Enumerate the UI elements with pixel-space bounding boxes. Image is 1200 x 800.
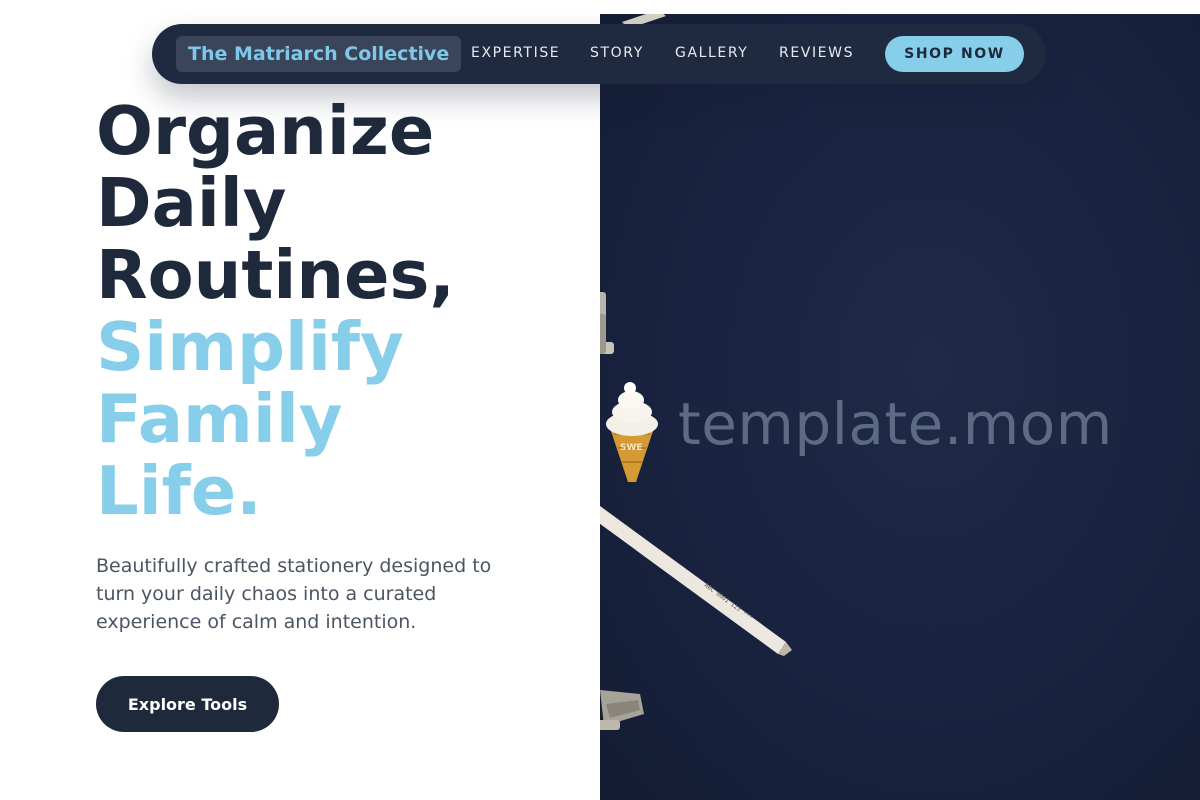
brand-logo[interactable]: The Matriarch Collective — [176, 36, 462, 72]
watermark-text: template.mom — [678, 390, 1113, 458]
nav-link-reviews[interactable]: REVIEWS — [779, 45, 854, 61]
nav-link-story[interactable]: STORY — [590, 45, 644, 61]
binder-clip-icon — [600, 292, 614, 354]
landing-page: SWE ABC 0001 123 *** template.mom The Ma… — [0, 0, 1200, 800]
headline-line: Daily — [96, 164, 287, 242]
nav-link-expertise[interactable]: EXPERTISE — [471, 45, 560, 61]
nav-link-gallery[interactable]: GALLERY — [675, 45, 748, 61]
hero-description: Beautifully crafted stationery designed … — [96, 555, 492, 633]
headline-accent-line: Life. — [96, 452, 262, 530]
hero-headline: Organize Daily Routines, Simplify Family… — [96, 95, 566, 527]
pencil-icon: ABC 0001 123 *** — [600, 506, 792, 656]
cone-label: SWE — [620, 443, 643, 453]
hero-image: SWE ABC 0001 123 *** template.mom — [600, 14, 1200, 800]
headline-accent-line: Family — [96, 380, 343, 458]
bottom-clip-icon — [600, 690, 644, 730]
headline-line: Routines, — [96, 236, 455, 314]
headline-line: Organize — [96, 92, 435, 170]
explore-tools-button[interactable]: Explore Tools — [96, 676, 279, 732]
ice-cream-eraser-icon: SWE — [606, 382, 658, 482]
headline-accent-line: Simplify — [96, 308, 404, 386]
navbar: The Matriarch Collective EXPERTISE STORY… — [152, 24, 1046, 84]
shop-now-button[interactable]: SHOP NOW — [885, 36, 1024, 72]
